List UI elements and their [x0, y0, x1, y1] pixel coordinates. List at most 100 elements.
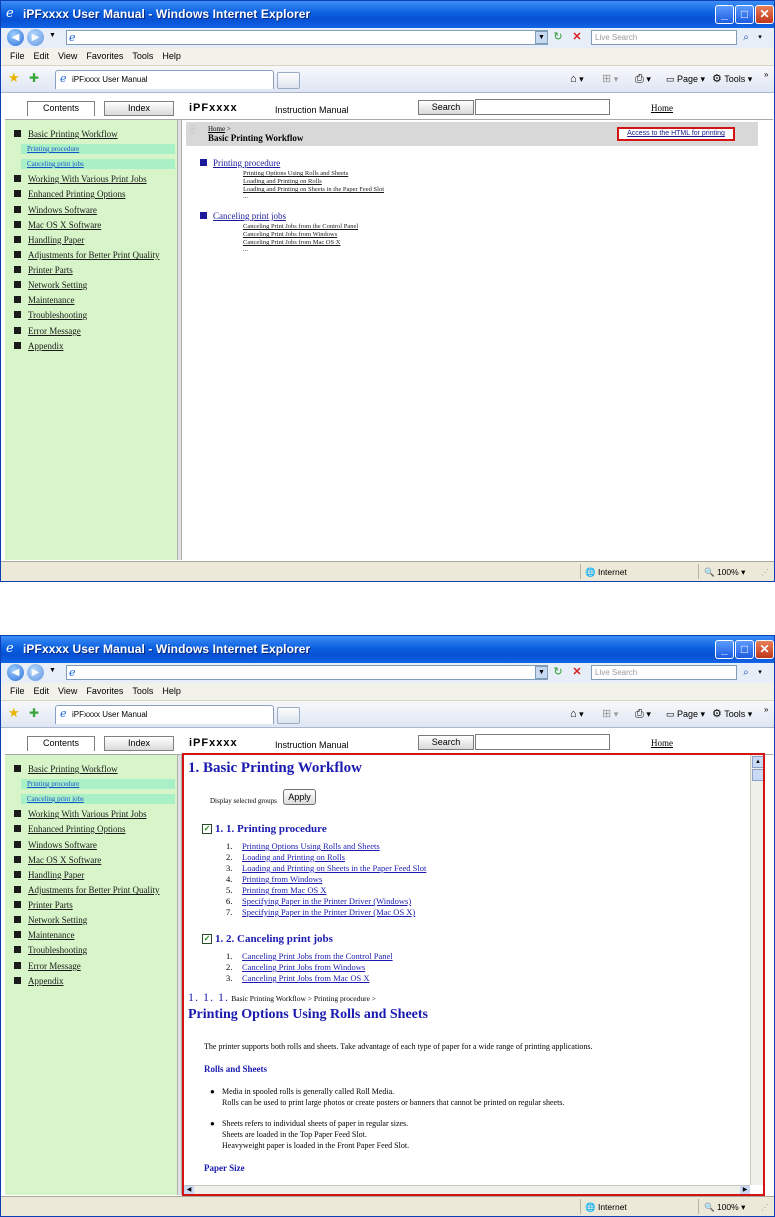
sidebar-item-troubleshooting[interactable]: Troubleshooting	[14, 945, 87, 956]
menu-help[interactable]: Help	[162, 683, 181, 700]
print-icon[interactable]: ⎙ ▾	[635, 72, 651, 86]
menu-file[interactable]: File	[10, 48, 25, 65]
new-tab-button[interactable]	[277, 707, 300, 724]
security-zone[interactable]: 🌐 Internet	[585, 1200, 627, 1214]
favorites-star-icon[interactable]: ★	[8, 71, 20, 85]
search-icon[interactable]: ⌕	[739, 665, 753, 680]
sidebar-item-various-print-jobs[interactable]: Working With Various Print Jobs	[14, 174, 147, 185]
sidebar-item-maintenance[interactable]: Maintenance	[14, 295, 74, 306]
menu-help[interactable]: Help	[162, 48, 181, 65]
add-favorite-icon[interactable]: ✚	[29, 71, 39, 85]
refresh-icon[interactable]: ↻	[550, 665, 566, 680]
search-button[interactable]: Search	[418, 100, 474, 115]
back-arrow-icon[interactable]: ◀	[7, 29, 24, 46]
history-dropdown-icon[interactable]: ▼	[49, 32, 56, 39]
menu-tools[interactable]: Tools	[132, 48, 153, 65]
refresh-icon[interactable]: ↻	[550, 30, 566, 45]
zoom-control[interactable]: 🔍 100% ▾	[704, 1200, 745, 1214]
sidebar-item-error-message[interactable]: Error Message	[14, 326, 81, 337]
sidebar-item-appendix[interactable]: Appendix	[14, 976, 64, 987]
sidebar-item-enhanced-printing[interactable]: Enhanced Printing Options	[14, 189, 126, 200]
forward-arrow-icon[interactable]: ▶	[27, 29, 44, 46]
sidebar-item-maintenance[interactable]: Maintenance	[14, 930, 74, 941]
close-button[interactable]: ✕	[755, 640, 774, 659]
sidebar-item-basic-printing-workflow[interactable]: Basic Printing Workflow	[14, 129, 118, 140]
address-input[interactable]: e	[66, 30, 548, 45]
stop-icon[interactable]: ✕	[569, 665, 585, 680]
link-cancel-mac[interactable]: Canceling Print Jobs from Mac OS X	[243, 239, 341, 246]
maximize-button[interactable]: □	[735, 5, 754, 24]
address-input[interactable]: e	[66, 665, 548, 680]
link-cancel-windows[interactable]: Canceling Print Jobs from Windows	[243, 231, 337, 238]
link-loading-rolls[interactable]: Loading and Printing on Rolls	[243, 178, 322, 185]
chevron-right-icon[interactable]: »	[764, 68, 768, 82]
search-input[interactable]: Live Search	[591, 665, 737, 680]
link-loading-sheets[interactable]: Loading and Printing on Sheets in the Pa…	[243, 186, 384, 193]
minimize-button[interactable]: _	[715, 640, 734, 659]
search-icon[interactable]: ⌕	[739, 30, 753, 45]
menu-edit[interactable]: Edit	[34, 48, 50, 65]
menu-view[interactable]: View	[58, 683, 77, 700]
section-link-printing-procedure[interactable]: Printing procedure	[200, 158, 280, 169]
maximize-button[interactable]: □	[735, 640, 754, 659]
sidebar-item-printer-parts[interactable]: Printer Parts	[14, 265, 73, 276]
sidebar-subitem-canceling-print-jobs[interactable]: Canceling print jobs	[21, 794, 175, 804]
feeds-icon[interactable]: ⊞ ▾	[602, 707, 618, 721]
link-printing-options[interactable]: Printing Options Using Rolls and Sheets	[243, 170, 348, 177]
sidebar-item-mac-software[interactable]: Mac OS X Software	[14, 220, 101, 231]
address-dropdown-icon[interactable]: ▼	[535, 666, 548, 679]
menu-favorites[interactable]: Favorites	[86, 683, 123, 700]
manual-search-input[interactable]	[475, 734, 610, 750]
home-link[interactable]: Home	[651, 737, 673, 749]
sidebar-item-troubleshooting[interactable]: Troubleshooting	[14, 310, 87, 321]
menu-file[interactable]: File	[10, 683, 25, 700]
sidebar-item-network-setting[interactable]: Network Setting	[14, 280, 87, 291]
sidebar-item-mac-software[interactable]: Mac OS X Software	[14, 855, 101, 866]
new-tab-button[interactable]	[277, 72, 300, 89]
breadcrumb-home-link[interactable]: Home	[208, 125, 225, 133]
feeds-icon[interactable]: ⊞ ▾	[602, 72, 618, 86]
page-menu[interactable]: ▭ Page ▾	[666, 72, 705, 86]
sidebar-subitem-printing-procedure[interactable]: Printing procedure	[21, 144, 175, 154]
history-dropdown-icon[interactable]: ▼	[49, 667, 56, 674]
favorites-star-icon[interactable]: ★	[8, 706, 20, 720]
security-zone[interactable]: 🌐 Internet	[585, 565, 627, 579]
tools-menu[interactable]: ⚙ Tools ▾	[712, 72, 752, 86]
tab-contents[interactable]: Contents	[27, 736, 95, 751]
sidebar-item-handling-paper[interactable]: Handling Paper	[14, 235, 84, 246]
zoom-control[interactable]: 🔍 100% ▾	[704, 565, 745, 579]
menu-view[interactable]: View	[58, 48, 77, 65]
sidebar-item-handling-paper[interactable]: Handling Paper	[14, 870, 84, 881]
sidebar-subitem-canceling-print-jobs[interactable]: Canceling print jobs	[21, 159, 175, 169]
browser-tab[interactable]: e iPFxxxx User Manual	[55, 705, 274, 724]
manual-search-input[interactable]	[475, 99, 610, 115]
title-bar[interactable]: e iPFxxxx User Manual - Windows Internet…	[1, 636, 774, 663]
close-button[interactable]: ✕	[755, 5, 774, 24]
sidebar-item-enhanced-printing[interactable]: Enhanced Printing Options	[14, 824, 126, 835]
sidebar-item-appendix[interactable]: Appendix	[14, 341, 64, 352]
search-button[interactable]: Search	[418, 735, 474, 750]
resize-grip-icon[interactable]: ⋰	[761, 568, 769, 577]
sidebar-item-basic-printing-workflow[interactable]: Basic Printing Workflow	[14, 764, 118, 775]
sidebar-item-network-setting[interactable]: Network Setting	[14, 915, 87, 926]
sidebar-item-print-quality[interactable]: Adjustments for Better Print Quality	[14, 250, 159, 261]
menu-favorites[interactable]: Favorites	[86, 48, 123, 65]
add-favorite-icon[interactable]: ✚	[29, 706, 39, 720]
tab-index[interactable]: Index	[104, 101, 174, 116]
menu-edit[interactable]: Edit	[34, 683, 50, 700]
tab-contents[interactable]: Contents	[27, 101, 95, 116]
sidebar-item-windows-software[interactable]: Windows Software	[14, 205, 97, 216]
home-icon[interactable]: ⌂ ▾	[570, 72, 584, 86]
stop-icon[interactable]: ✕	[569, 30, 585, 45]
browser-tab[interactable]: e iPFxxxx User Manual	[55, 70, 274, 89]
search-input[interactable]: Live Search	[591, 30, 737, 45]
tab-index[interactable]: Index	[104, 736, 174, 751]
sidebar-item-printer-parts[interactable]: Printer Parts	[14, 900, 73, 911]
tools-menu[interactable]: ⚙ Tools ▾	[712, 707, 752, 721]
sidebar-subitem-printing-procedure[interactable]: Printing procedure	[21, 779, 175, 789]
page-menu[interactable]: ▭ Page ▾	[666, 707, 705, 721]
sidebar-item-error-message[interactable]: Error Message	[14, 961, 81, 972]
minimize-button[interactable]: _	[715, 5, 734, 24]
search-options-icon[interactable]: ▾	[755, 665, 765, 680]
back-arrow-icon[interactable]: ◀	[7, 664, 24, 681]
